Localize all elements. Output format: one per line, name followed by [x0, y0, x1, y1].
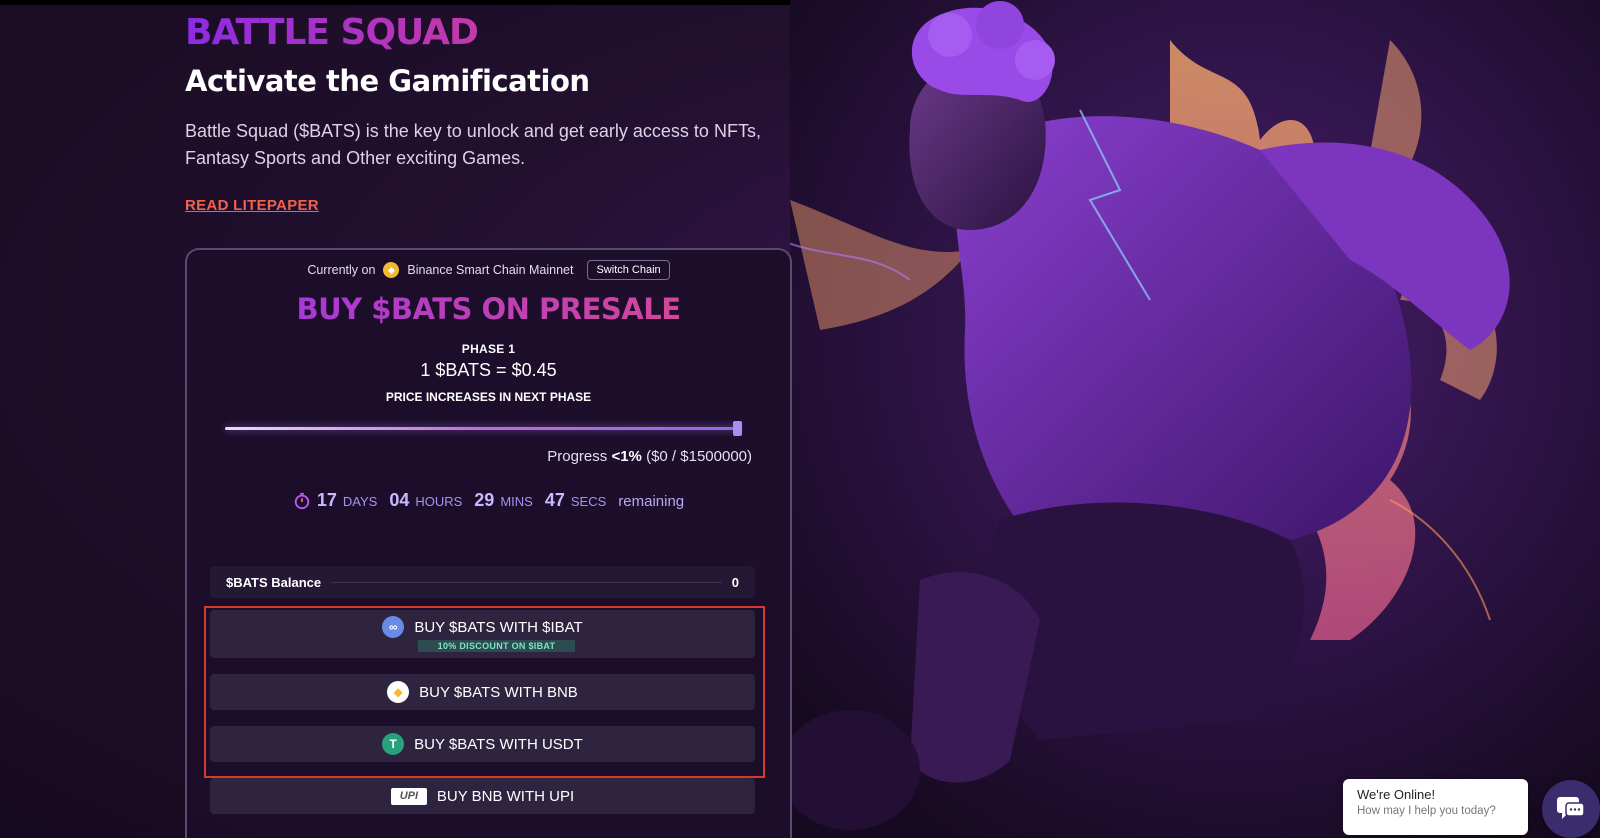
chat-greeting-bubble[interactable]: We're Online! How may I help you today?	[1343, 779, 1528, 835]
buy-usdt-label: BUY $BATS WITH USDT	[414, 735, 583, 753]
progress-bar-end	[733, 421, 742, 436]
bnb-icon: ◆	[383, 262, 400, 278]
progress-text: Progress <1% ($0 / $1500000)	[547, 448, 752, 465]
countdown-hours-label: HOURS	[415, 494, 463, 509]
upi-logo-icon: UPI	[390, 787, 427, 805]
countdown-mins-label: MINS	[500, 494, 533, 509]
progress-bar	[225, 427, 740, 430]
hero-athlete-illustration	[790, 0, 1600, 838]
phase-label: PHASE 1	[461, 342, 516, 356]
buy-with-usdt-button[interactable]: T BUY $BATS WITH USDT	[210, 726, 755, 762]
progress-amount: ($0 / $1500000)	[646, 448, 752, 465]
chat-icon	[1557, 797, 1585, 819]
buy-ibat-label: BUY $BATS WITH $IBAT	[414, 618, 583, 636]
buy-with-ibat-button[interactable]: ∞ BUY $BATS WITH $IBAT 10% DISCOUNT ON $…	[210, 610, 755, 658]
presale-card: Currently on ◆ Binance Smart Chain Mainn…	[185, 248, 792, 838]
stopwatch-icon	[294, 492, 310, 509]
countdown-days: 17	[316, 490, 337, 510]
chain-info: Currently on ◆ Binance Smart Chain Mainn…	[187, 260, 790, 280]
switch-chain-button[interactable]: Switch Chain	[587, 260, 670, 280]
brand-title: BATTLE SQUAD	[185, 12, 805, 54]
page: BATTLE SQUAD Activate the Gamification B…	[0, 0, 1600, 838]
balance-label: $BATS Balance	[226, 574, 322, 590]
buy-bnb-label: BUY $BATS WITH BNB	[419, 683, 578, 701]
bnb-coin-icon: ◆	[387, 681, 410, 703]
hero-description: Battle Squad ($BATS) is the key to unloc…	[185, 121, 761, 168]
buy-bnb-with-upi-button[interactable]: UPI BUY BNB WITH UPI	[210, 778, 755, 814]
hero-tagline: Activate the Gamification	[185, 64, 590, 98]
balance-value: 0	[731, 574, 739, 590]
token-price: 1 $BATS = $0.45	[420, 360, 557, 380]
countdown-mins: 29	[474, 490, 495, 510]
balance-divider	[331, 581, 722, 583]
usdt-coin-icon: T	[382, 733, 405, 755]
progress-percent: <1%	[611, 448, 642, 465]
hero-section: BATTLE SQUAD Activate the Gamification B…	[185, 12, 805, 215]
chain-prefix: Currently on	[307, 263, 376, 277]
countdown-remaining: remaining	[618, 493, 685, 510]
ibat-coin-icon: ∞	[382, 616, 405, 638]
buy-with-bnb-button[interactable]: ◆ BUY $BATS WITH BNB	[210, 674, 755, 710]
countdown-secs: 47	[544, 490, 565, 510]
chat-launcher-button[interactable]	[1542, 780, 1600, 838]
chat-subtitle: How may I help you today?	[1357, 805, 1496, 817]
chat-title: We're Online!	[1357, 787, 1436, 802]
price-increase-note: PRICE INCREASES IN NEXT PHASE	[385, 390, 592, 404]
countdown-days-label: DAYS	[342, 494, 378, 509]
chain-name: Binance Smart Chain Mainnet	[407, 263, 574, 277]
buy-upi-label: BUY BNB WITH UPI	[436, 787, 575, 805]
presale-title: BUY $BATS ON PRESALE	[187, 292, 790, 326]
countdown-timer: 17 DAYS 04 HOURS 29 MINS 47 SECS remaini…	[187, 490, 790, 511]
ibat-discount-badge: 10% DISCOUNT ON $IBAT	[417, 640, 576, 652]
countdown-secs-label: SECS	[570, 494, 607, 509]
countdown-hours: 04	[389, 490, 410, 510]
read-litepaper-link[interactable]: READ LITEPAPER	[185, 197, 319, 214]
bats-balance-row: $BATS Balance 0	[210, 566, 755, 598]
progress-label: Progress	[547, 448, 608, 465]
